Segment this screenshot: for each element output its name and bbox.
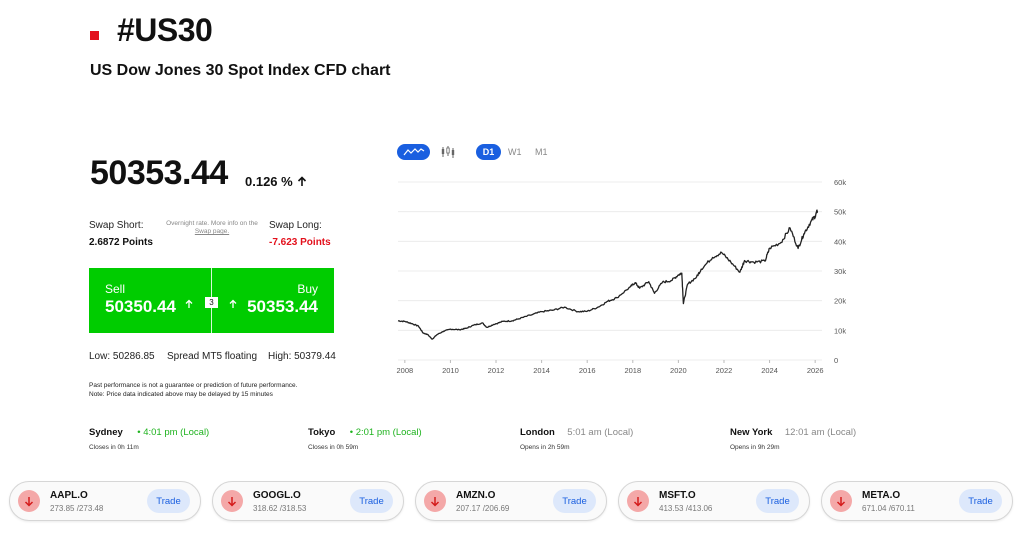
day-low: Low: 50286.85 [89, 351, 155, 362]
ticker-prices: 413.53 /413.06 [659, 504, 713, 513]
swap-short-label: Swap Short: [89, 220, 144, 231]
arrow-down-icon [627, 490, 649, 512]
session-time: 5:01 am (Local) [567, 427, 634, 438]
series-line [397, 209, 819, 340]
line-chart-icon [403, 148, 424, 156]
session-time: • 2:01 pm (Local) [349, 427, 422, 438]
arrow-down-icon [221, 490, 243, 512]
candlestick-toggle[interactable] [440, 144, 456, 160]
x-tick-label: 2008 [396, 366, 413, 375]
page-subtitle: US Dow Jones 30 Spot Index CFD chart [90, 62, 391, 79]
session-city: London [520, 427, 555, 438]
session-status: Closes in 0h 59m [308, 444, 359, 451]
buy-label: Buy [297, 282, 318, 296]
swap-note-text: Overnight rate. More info on the [166, 220, 258, 227]
ticker-symbol: MSFT.O [659, 490, 696, 501]
session-city: New York [730, 427, 773, 438]
ticker-prices: 273.85 /273.48 [50, 504, 104, 513]
x-tick-label: 2026 [807, 366, 824, 375]
session-time: 12:01 am (Local) [784, 427, 857, 438]
y-tick-label: 30k [834, 267, 846, 276]
session-status: Closes in 0h 11m [89, 444, 139, 451]
buy-button[interactable]: Buy 50353.44 [212, 268, 334, 333]
y-tick-label: 60k [834, 178, 846, 187]
x-tick-label: 2014 [533, 366, 550, 375]
trade-button[interactable]: Trade [147, 489, 190, 513]
session-london: London 5:01 am (Local) Opens in 2h 59m [520, 422, 633, 451]
y-tick-label: 10k [834, 326, 846, 335]
arrow-down-icon [424, 490, 446, 512]
trade-button[interactable]: Trade [350, 489, 393, 513]
sell-price: 50350.44 [105, 297, 176, 316]
session-tokyo: Tokyo • 2:01 pm (Local) Closes in 0h 59m [308, 422, 422, 451]
swap-short-value: 2.6872 Points [89, 237, 153, 248]
x-tick-label: 2024 [761, 366, 778, 375]
session-status: Opens in 2h 59m [520, 444, 570, 451]
price-change: 0.126 % [245, 174, 307, 189]
line-chart-toggle[interactable] [397, 144, 430, 160]
timeframe-d1[interactable]: D1 [476, 144, 501, 160]
sell-label: Sell [105, 282, 126, 296]
ticker-prices: 671.04 /670.11 [862, 504, 915, 513]
arrow-down-icon [830, 490, 852, 512]
swap-page-link[interactable]: Swap page. [195, 228, 229, 235]
session-city: Tokyo [308, 427, 336, 438]
brand-square [90, 31, 99, 40]
y-tick-label: 50k [834, 208, 846, 217]
day-high: High: 50379.44 [268, 351, 336, 362]
disclaimer: Past performance is not a guarantee or p… [89, 381, 297, 399]
swap-long-value: -7.623 Points [269, 237, 331, 248]
ticker-card-meta[interactable]: META.O 671.04 /670.11 Trade [821, 481, 1013, 521]
ticker-prices: 318.62 /318.53 [253, 504, 307, 513]
x-tick-label: 2022 [716, 366, 733, 375]
arrow-up-icon [185, 299, 193, 308]
trade-button[interactable]: Trade [756, 489, 799, 513]
ticker-prices: 207.17 /206.69 [456, 504, 510, 513]
x-tick-label: 2020 [670, 366, 687, 375]
swap-long-label: Swap Long: [269, 220, 322, 231]
x-tick-label: 2018 [624, 366, 641, 375]
session-new-york: New York 12:01 am (Local) Opens in 9h 29… [730, 422, 856, 451]
ticker-symbol: AMZN.O [456, 490, 496, 501]
disclaimer-line: Past performance is not a guarantee or p… [89, 382, 298, 389]
ticker-card-aapl[interactable]: AAPL.O 273.85 /273.48 Trade [9, 481, 201, 521]
trade-panel: Sell 50350.44 3 Buy 50353.44 [89, 268, 334, 333]
ticker-symbol: AAPL.O [50, 490, 88, 501]
arrow-up-icon [229, 299, 237, 308]
arrow-up-icon [297, 176, 306, 186]
x-tick-label: 2012 [488, 366, 505, 375]
x-tick-label: 2010 [442, 366, 459, 375]
ticker-card-msft[interactable]: MSFT.O 413.53 /413.06 Trade [618, 481, 810, 521]
session-time: • 4:01 pm (Local) [137, 427, 210, 438]
sell-button[interactable]: Sell 50350.44 [89, 268, 211, 333]
y-tick-label: 40k [834, 237, 846, 246]
price-chart[interactable]: 0 10k 20k 30k 40k 50k 60k 2008 2010 2012 2014 2016 2… [390, 172, 860, 382]
timeframe-m1[interactable]: M1 [535, 147, 548, 157]
ticker-symbol: GOOGL.O [253, 490, 301, 501]
disclaimer-line: Note: Price data indicated above may be … [89, 391, 273, 398]
candlestick-icon [441, 146, 455, 158]
session-status: Opens in 9h 29m [730, 444, 780, 451]
session-city: Sydney [89, 427, 123, 438]
timeframe-w1[interactable]: W1 [508, 147, 522, 157]
page-title: #US30 [117, 12, 213, 48]
ticker-symbol: META.O [862, 490, 901, 501]
ticker-card-amzn[interactable]: AMZN.O 207.17 /206.69 Trade [415, 481, 607, 521]
trade-button[interactable]: Trade [553, 489, 596, 513]
spread-type: Spread MT5 floating [167, 351, 258, 362]
buy-price: 50353.44 [247, 297, 318, 316]
ticker-card-googl[interactable]: GOOGL.O 318.62 /318.53 Trade [212, 481, 404, 521]
x-tick-label: 2016 [579, 366, 596, 375]
arrow-down-icon [18, 490, 40, 512]
trade-button[interactable]: Trade [959, 489, 1002, 513]
price-change-value: 0.126 % [245, 174, 293, 189]
current-price: 50353.44 [90, 154, 228, 192]
session-sydney: Sydney • 4:01 pm (Local) Closes in 0h 11… [89, 422, 209, 451]
swap-note: Overnight rate. More info on the Swap pa… [166, 220, 258, 236]
y-tick-label: 20k [834, 297, 846, 306]
y-tick-label: 0 [834, 356, 838, 365]
